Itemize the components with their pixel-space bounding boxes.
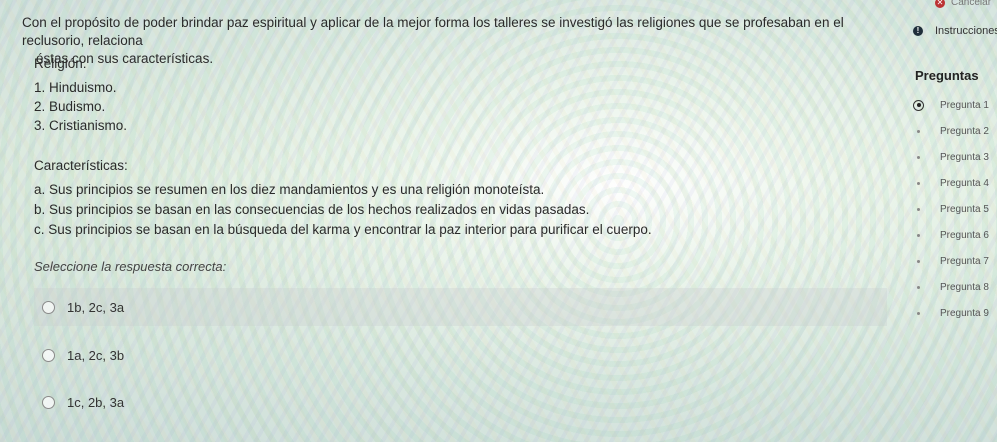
radio-button[interactable] — [42, 395, 55, 409]
question-nav-label: Pregunta 7 — [940, 255, 989, 267]
dot-icon — [913, 256, 924, 267]
selected-dot-icon — [913, 99, 924, 111]
religion-item-1: 1. Hinduismo. — [34, 80, 117, 95]
dot-icon — [913, 204, 924, 215]
cancel-button[interactable]: ✕ Cancelar — [935, 0, 991, 8]
question-nav-label: Pregunta 6 — [940, 229, 989, 241]
characteristic-item-b: b. Sus principios se basan en las consec… — [34, 202, 590, 217]
question-nav-list: Pregunta 1 Pregunta 2 Pregunta 3 Pregunt… — [913, 92, 989, 326]
answer-option-label: 1a, 2c, 3b — [67, 347, 125, 363]
info-icon: ! — [913, 26, 923, 36]
question-nav-label: Pregunta 1 — [940, 99, 989, 111]
question-nav-item-5[interactable]: Pregunta 5 — [913, 196, 989, 222]
question-nav-item-2[interactable]: Pregunta 2 — [913, 118, 989, 144]
dot-icon — [913, 178, 924, 189]
question-nav-item-7[interactable]: Pregunta 7 — [913, 248, 989, 274]
questions-sidebar: ✕ Cancelar ! Instrucciones Preguntas Pre… — [905, 0, 997, 442]
question-nav-label: Pregunta 2 — [940, 125, 989, 137]
characteristic-item-c: c. Sus principios se basan en la búsqued… — [34, 222, 652, 237]
answer-instruction: Seleccione la respuesta correcta: — [34, 259, 227, 274]
question-nav-label: Pregunta 9 — [940, 307, 989, 319]
radio-button[interactable] — [42, 348, 55, 362]
dot-icon — [913, 126, 924, 137]
question-nav-label: Pregunta 4 — [940, 177, 989, 189]
answer-option-label: 1c, 2b, 3a — [67, 394, 125, 410]
question-intro-line-1: Con el propósito de poder brindar paz es… — [22, 15, 844, 48]
question-stem: Con el propósito de poder brindar paz es… — [22, 14, 902, 68]
answer-option-label: 1b, 2c, 3a — [67, 299, 125, 315]
characteristic-item-a: a. Sus principios se resumen en los diez… — [34, 182, 545, 197]
question-nav-item-4[interactable]: Pregunta 4 — [913, 170, 989, 196]
dot-icon — [913, 152, 924, 163]
religion-label: Religión: — [34, 56, 87, 71]
instructions-button[interactable]: ! Instrucciones — [913, 25, 997, 37]
dot-icon — [913, 308, 924, 319]
dot-icon — [913, 230, 924, 241]
characteristics-label: Características: — [34, 158, 128, 173]
question-nav-label: Pregunta 3 — [940, 151, 989, 163]
question-nav-label: Pregunta 8 — [940, 281, 989, 293]
dot-icon — [913, 282, 924, 293]
question-nav-label: Pregunta 5 — [940, 203, 989, 215]
questions-title: Preguntas — [915, 68, 979, 83]
answer-option-2[interactable]: 1a, 2c, 3b — [34, 336, 887, 374]
question-nav-item-3[interactable]: Pregunta 3 — [913, 144, 989, 170]
answer-option-3[interactable]: 1c, 2b, 3a — [34, 383, 887, 421]
instructions-label: Instrucciones — [935, 25, 997, 37]
close-icon: ✕ — [935, 0, 945, 8]
question-nav-item-9[interactable]: Pregunta 9 — [913, 300, 989, 326]
cancel-label: Cancelar — [951, 0, 992, 8]
question-intro-line-2: éstas con sus características. — [36, 51, 214, 66]
religion-item-2: 2. Budismo. — [34, 99, 106, 114]
question-nav-item-6[interactable]: Pregunta 6 — [913, 222, 989, 248]
question-nav-item-8[interactable]: Pregunta 8 — [913, 274, 989, 300]
religion-item-3: 3. Cristianismo. — [34, 118, 128, 133]
answer-option-1[interactable]: 1b, 2c, 3a — [34, 288, 887, 326]
radio-button[interactable] — [42, 300, 55, 314]
question-nav-item-1[interactable]: Pregunta 1 — [913, 92, 989, 118]
